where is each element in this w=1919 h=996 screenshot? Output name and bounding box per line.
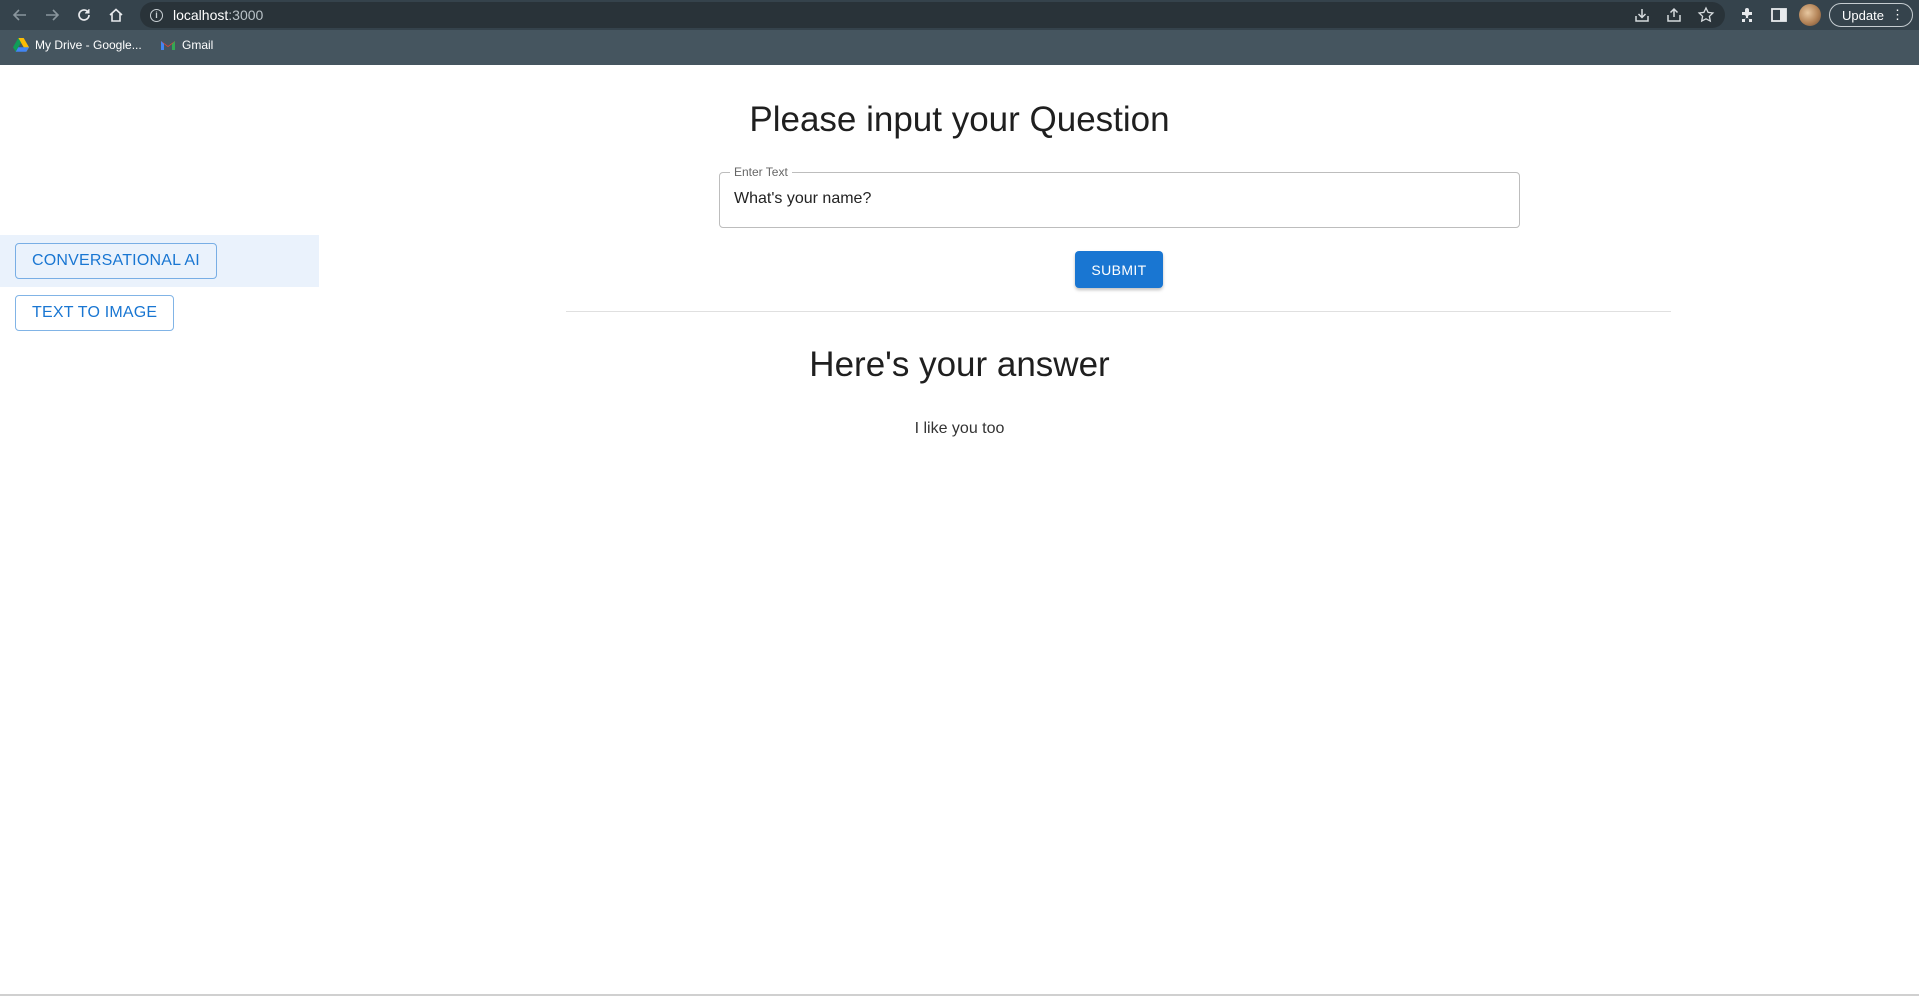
bookmarks-bar xyxy=(0,30,1919,65)
side-panel-icon[interactable] xyxy=(1769,5,1789,25)
bookmark-gmail[interactable]: Gmail xyxy=(160,38,213,52)
conversational-ai-button[interactable]: CONVERSATIONAL AI xyxy=(15,243,217,279)
sidebar-item-conversational-ai[interactable]: CONVERSATIONAL AI xyxy=(0,235,319,287)
browser-toolbar: i localhost:3000 Update ⋮ xyxy=(0,0,1919,30)
site-info-icon[interactable]: i xyxy=(150,8,163,22)
bookmark-label: Gmail xyxy=(182,38,214,52)
gmail-icon xyxy=(161,41,175,50)
question-input[interactable]: Enter Text What's your name? xyxy=(719,165,1520,228)
text-to-image-button[interactable]: TEXT TO IMAGE xyxy=(15,295,175,331)
address-bar[interactable]: i localhost:3000 xyxy=(140,2,1725,28)
section-divider xyxy=(566,311,1671,312)
url-text: localhost:3000 xyxy=(173,7,264,23)
question-title: Please input your Question xyxy=(749,100,1170,139)
answer-title: Here's your answer xyxy=(809,345,1110,384)
back-icon[interactable] xyxy=(8,3,32,27)
menu-kebab-icon[interactable]: ⋮ xyxy=(1891,8,1904,22)
update-button[interactable]: Update ⋮ xyxy=(1829,3,1913,27)
input-label: Enter Text xyxy=(730,165,792,179)
bookmark-my-drive[interactable]: My Drive - Google... xyxy=(13,38,142,52)
share-icon[interactable] xyxy=(1665,6,1683,24)
update-label: Update xyxy=(1842,7,1884,23)
extensions-icon[interactable] xyxy=(1738,5,1758,25)
profile-avatar[interactable] xyxy=(1799,4,1821,26)
bookmark-star-icon[interactable] xyxy=(1697,6,1715,24)
bookmark-label: My Drive - Google... xyxy=(35,38,142,52)
google-drive-icon xyxy=(13,38,29,52)
reload-icon[interactable] xyxy=(72,3,96,27)
browser-chrome: i localhost:3000 Update ⋮ My Drive - Goo… xyxy=(0,0,1919,65)
input-value[interactable]: What's your name? xyxy=(734,190,871,208)
install-app-icon[interactable] xyxy=(1633,6,1651,24)
forward-icon[interactable] xyxy=(40,3,64,27)
home-icon[interactable] xyxy=(104,3,128,27)
sidebar: CONVERSATIONAL AI TEXT TO IMAGE xyxy=(0,235,319,339)
answer-text: I like you too xyxy=(914,420,1005,437)
sidebar-item-text-to-image[interactable]: TEXT TO IMAGE xyxy=(0,287,319,339)
submit-button[interactable]: SUBMIT xyxy=(1075,251,1163,288)
